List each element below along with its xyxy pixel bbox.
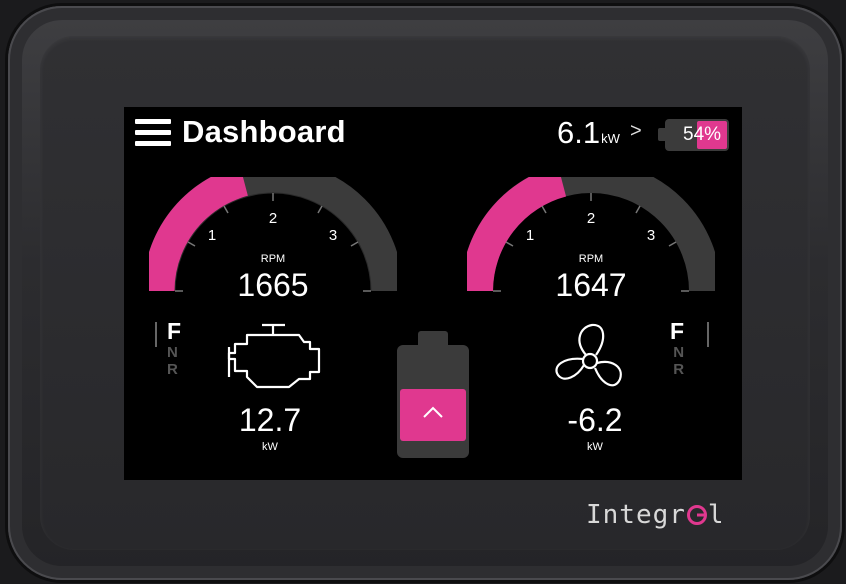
right-tick-label-2: 2 (587, 210, 595, 227)
brand-text-end: l (707, 500, 725, 530)
brand-logo-icon (686, 503, 708, 533)
left-power-readout: 12.7 kW (210, 404, 330, 453)
left-gear-indicator-bar (155, 322, 157, 347)
right-rpm-value: 1647 (555, 267, 627, 303)
dashboard-screen: Dashboard 6.1kW > 54% 1 2 3 RPM 1665 1 2… (124, 107, 742, 480)
right-power-value: -6.2 (567, 402, 623, 438)
battery-nub (658, 128, 665, 141)
right-tick-label-3: 3 (647, 227, 655, 244)
left-power-value: 12.7 (238, 402, 302, 438)
battery-icon (397, 331, 469, 458)
right-gauge-label: RPM (578, 253, 604, 265)
menu-icon[interactable] (135, 119, 171, 148)
left-tick-label-2: 2 (269, 210, 277, 227)
total-power-readout[interactable]: 6.1kW (557, 115, 620, 151)
right-gear-n: N (673, 344, 685, 361)
engine-icon (225, 322, 325, 392)
battery-icon: 54% (665, 119, 729, 151)
right-gear-selector[interactable]: F N R (670, 318, 685, 378)
right-power-unit: kW (587, 441, 603, 453)
right-power-readout: -6.2 kW (535, 404, 655, 453)
right-rpm-gauge: 1 2 3 RPM 1647 (467, 177, 715, 303)
total-power-value: 6.1 (557, 115, 601, 150)
chevron-up-icon (423, 406, 443, 418)
right-gear-r: R (673, 361, 685, 378)
left-gear-f: F (167, 318, 182, 344)
left-gear-n: N (167, 344, 178, 361)
right-gear-f: F (670, 318, 685, 344)
page-title: Dashboard (182, 114, 346, 149)
left-gear-selector[interactable]: F N R (167, 318, 182, 378)
left-gauge-label: RPM (260, 253, 286, 265)
charge-up-button[interactable] (400, 389, 466, 441)
left-rpm-gauge: 1 2 3 RPM 1665 (149, 177, 397, 303)
brand-text-start: Integr (586, 500, 686, 530)
left-gear-r: R (167, 361, 178, 378)
battery-percent: 54% (683, 124, 722, 145)
left-power-unit: kW (262, 441, 278, 453)
battery-status[interactable]: 54% (658, 119, 730, 151)
right-tick-label-1: 1 (526, 227, 534, 244)
battery-terminal (418, 331, 448, 345)
chevron-right-icon[interactable]: > (630, 120, 642, 143)
left-tick-label-1: 1 (208, 227, 216, 244)
propeller-icon (550, 321, 630, 397)
left-rpm-value: 1665 (237, 267, 309, 303)
left-tick-label-3: 3 (329, 227, 337, 244)
total-power-unit: kW (601, 131, 620, 146)
right-gear-indicator-bar (707, 322, 709, 347)
brand-logo: Integr l (586, 500, 725, 533)
